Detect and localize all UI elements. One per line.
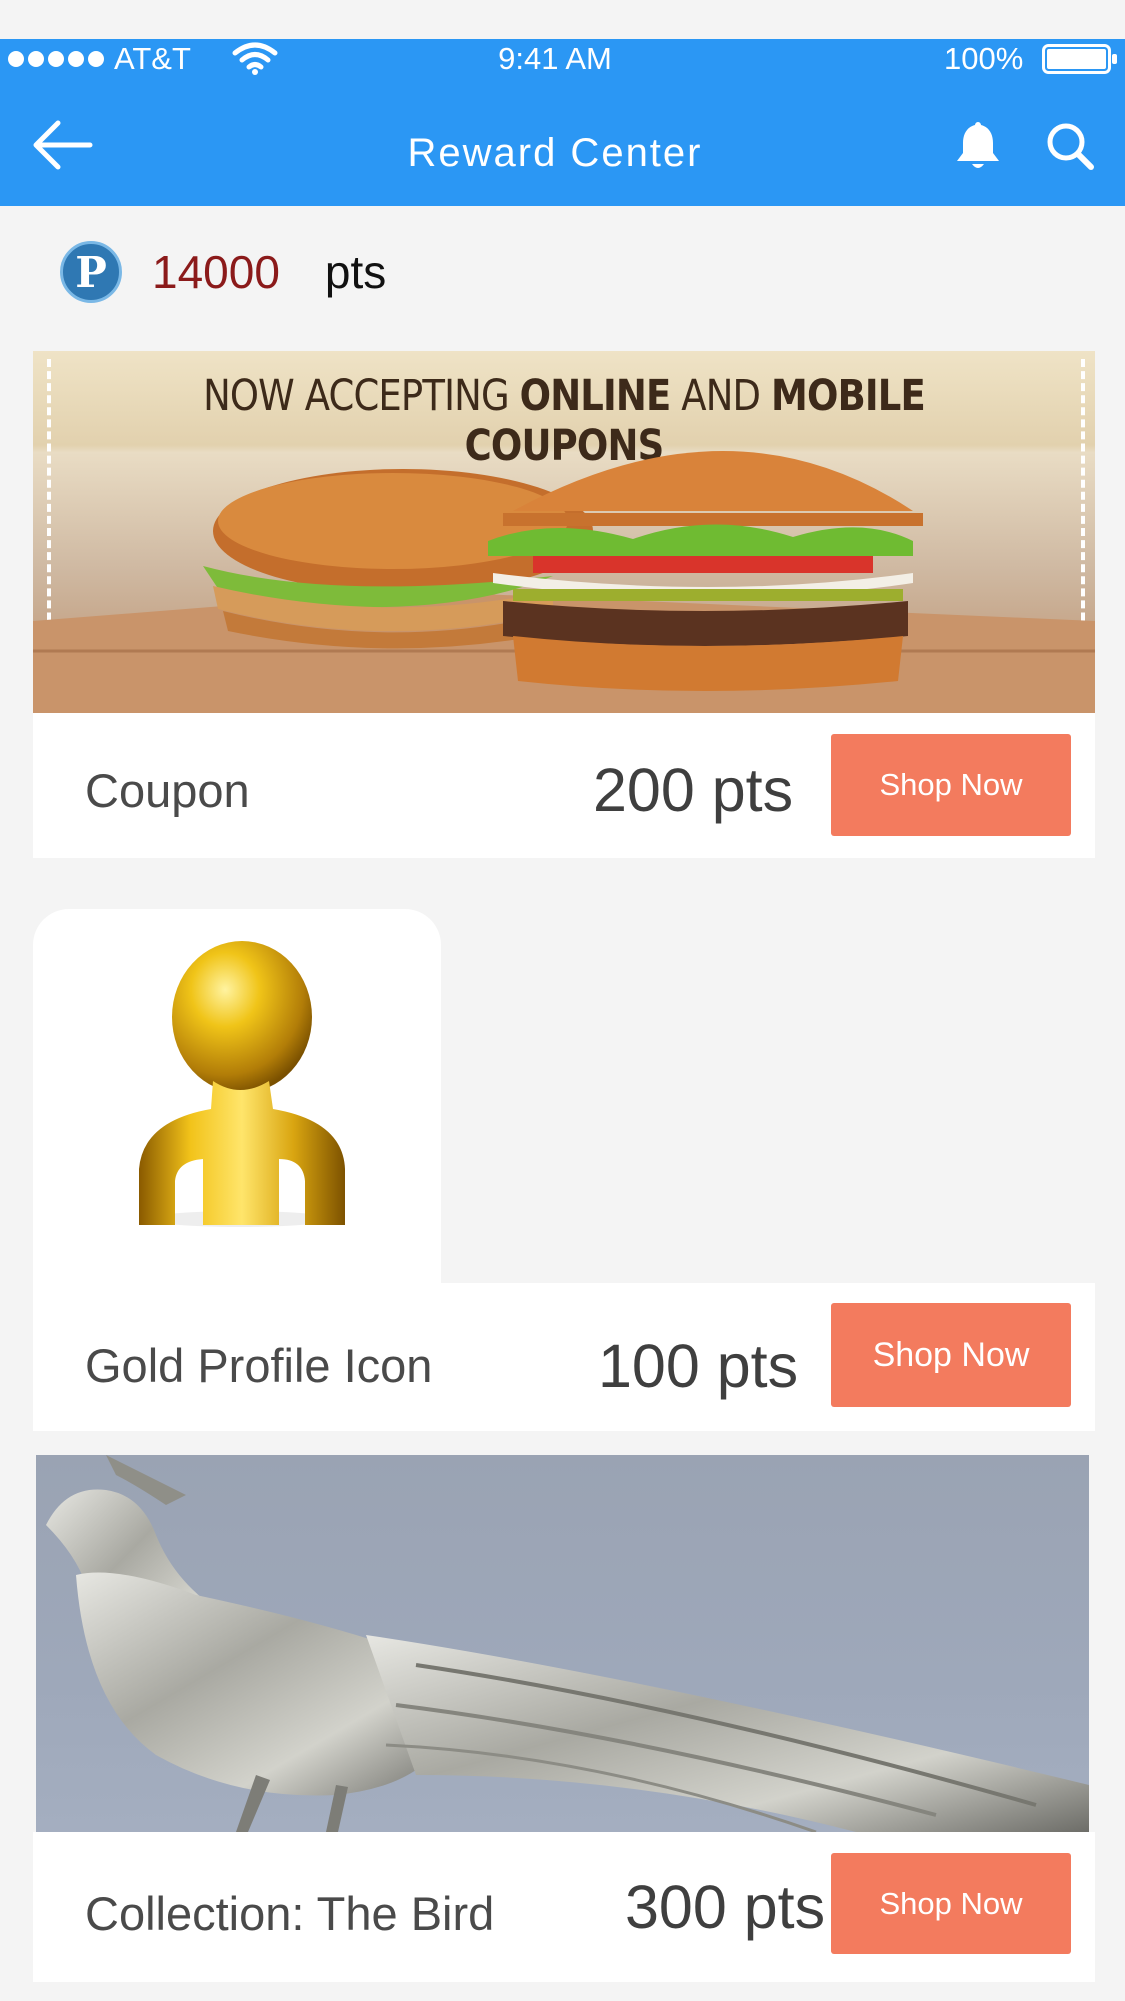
reward-name: Gold Profile Icon (85, 1339, 433, 1392)
bell-icon[interactable] (955, 119, 1001, 171)
reward-card-gold-profile-icon: Gold Profile Icon 100 pts Shop Now (33, 1283, 1095, 1431)
battery-percent: 100% (944, 41, 1024, 76)
reward-price: 200 pts (593, 756, 794, 824)
top-strip (0, 0, 1125, 39)
status-bar: AT&T 9:41 AM 100% (0, 39, 1125, 79)
battery-icon (1042, 44, 1117, 74)
search-icon[interactable] (1045, 121, 1095, 171)
shop-now-button[interactable]: Shop Now (831, 734, 1071, 836)
points-unit: pts (324, 246, 387, 298)
points-balance: 14000 (152, 246, 280, 298)
coupon-banner-image[interactable]: NOW ACCEPTING ONLINE AND MOBILE COUPONS (33, 351, 1095, 713)
reward-name: Coupon (85, 764, 250, 817)
reward-card-coupon: Coupon 200 pts Shop Now (33, 713, 1095, 858)
reward-name: Collection: The Bird (85, 1887, 495, 1940)
bird-collection-image[interactable] (36, 1455, 1089, 1832)
gold-profile-icon-image[interactable] (33, 909, 441, 1283)
page-title: Reward Center (407, 131, 703, 175)
shop-now-button[interactable]: Shop Now (831, 1853, 1071, 1954)
reward-card-bird: Collection: The Bird 300 pts Shop Now (33, 1832, 1095, 1982)
reward-price: 100 pts (598, 1332, 799, 1400)
points-summary: P 14000 pts (60, 238, 386, 306)
silver-bird-illustration (46, 1455, 1089, 1832)
points-logo-icon: P (60, 241, 122, 303)
burgers-illustration (33, 451, 1095, 713)
reward-price: 300 pts (625, 1873, 826, 1941)
nav-bar: Reward Center (0, 79, 1125, 206)
gold-profile-icon (139, 941, 345, 1227)
shop-now-button[interactable]: Shop Now (831, 1303, 1071, 1407)
